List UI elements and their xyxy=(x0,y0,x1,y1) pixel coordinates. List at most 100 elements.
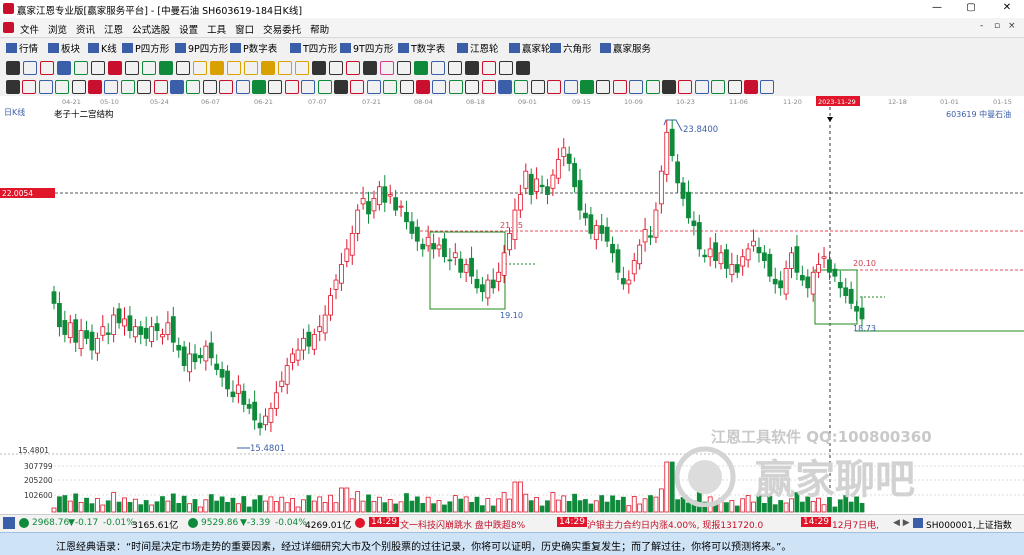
analysis-tool-icon-11[interactable] xyxy=(186,80,201,94)
menu-item-7[interactable]: 窗口 xyxy=(235,25,254,36)
analysis-tool-icon-14[interactable] xyxy=(235,80,250,94)
analysis-tool-icon-20[interactable] xyxy=(334,80,348,94)
analysis-tool-icon-22[interactable] xyxy=(366,80,381,94)
analysis-tool-icon-7[interactable] xyxy=(120,80,135,94)
analysis-tool-icon-40[interactable] xyxy=(662,80,676,94)
analysis-tool-icon-19[interactable] xyxy=(317,80,332,94)
restore-button[interactable]: ▢ xyxy=(960,2,982,16)
analysis-tool-icon-18[interactable] xyxy=(301,80,316,94)
menu-item-1[interactable]: 浏览 xyxy=(48,25,67,36)
draw-tool-icon-21[interactable] xyxy=(363,61,377,75)
index-code[interactable]: SH000001,上证指数 xyxy=(926,518,1012,531)
analysis-tool-icon-9[interactable] xyxy=(153,80,168,94)
draw-tool-icon-5[interactable] xyxy=(91,61,105,75)
draw-tool-icon-13[interactable] xyxy=(227,61,241,75)
draw-tool-icon-3[interactable] xyxy=(57,61,71,75)
analysis-tool-icon-31[interactable] xyxy=(514,80,529,94)
draw-tool-icon-4[interactable] xyxy=(74,61,88,75)
analysis-tool-icon-30[interactable] xyxy=(498,80,512,94)
toolbar-button-0[interactable]: 行情 xyxy=(6,41,38,55)
analysis-tool-icon-39[interactable] xyxy=(645,80,660,94)
draw-tool-icon-8[interactable] xyxy=(142,61,156,75)
mdi-minimize-button[interactable]: - xyxy=(980,21,983,31)
analysis-tool-icon-0[interactable] xyxy=(6,80,20,94)
analysis-tool-icon-38[interactable] xyxy=(629,80,644,94)
toolbar-button-5[interactable]: P数字表 xyxy=(230,41,277,55)
analysis-tool-icon-4[interactable] xyxy=(71,80,86,94)
toolbar-button-4[interactable]: 9P四方形 xyxy=(175,41,228,55)
analysis-tool-icon-33[interactable] xyxy=(547,80,562,94)
analysis-tool-icon-41[interactable] xyxy=(678,80,693,94)
analysis-tool-icon-3[interactable] xyxy=(55,80,70,94)
toolbar-button-1[interactable]: 板块 xyxy=(48,41,80,55)
analysis-tool-icon-6[interactable] xyxy=(104,80,119,94)
analysis-tool-icon-16[interactable] xyxy=(268,80,283,94)
analysis-tool-icon-45[interactable] xyxy=(744,80,758,94)
toolbar-button-9[interactable]: 江恩轮 xyxy=(457,41,499,55)
analysis-tool-icon-35[interactable] xyxy=(580,80,594,94)
toolbar-button-6[interactable]: T四方形 xyxy=(290,41,337,55)
draw-tool-icon-14[interactable] xyxy=(244,61,258,75)
analysis-tool-icon-23[interactable] xyxy=(383,80,398,94)
mdi-restore-button[interactable]: ▫ xyxy=(994,21,1000,31)
draw-tool-icon-26[interactable] xyxy=(448,61,462,75)
analysis-tool-icon-13[interactable] xyxy=(219,80,234,94)
draw-tool-icon-12[interactable] xyxy=(210,61,224,75)
analysis-tool-icon-42[interactable] xyxy=(694,80,709,94)
analysis-tool-icon-8[interactable] xyxy=(137,80,152,94)
draw-tool-icon-6[interactable] xyxy=(108,61,122,75)
menu-item-0[interactable]: 文件 xyxy=(20,25,39,36)
toolbar-button-2[interactable]: K线 xyxy=(88,41,117,55)
analysis-tool-icon-36[interactable] xyxy=(596,80,611,94)
menu-item-2[interactable]: 资讯 xyxy=(76,25,95,36)
analysis-tool-icon-32[interactable] xyxy=(530,80,545,94)
news2-text[interactable]: 沪银主力合约日内涨4.00%, 现报131720.0 xyxy=(587,518,763,531)
toolbar-button-10[interactable]: 赢家轮 xyxy=(509,41,551,55)
analysis-tool-icon-21[interactable] xyxy=(350,80,365,94)
draw-tool-icon-23[interactable] xyxy=(397,61,411,75)
analysis-tool-icon-12[interactable] xyxy=(202,80,217,94)
analysis-tool-icon-43[interactable] xyxy=(711,80,726,94)
draw-tool-icon-16[interactable] xyxy=(278,61,292,75)
analysis-tool-icon-27[interactable] xyxy=(448,80,463,94)
menu-item-4[interactable]: 公式选股 xyxy=(132,25,170,36)
menu-item-8[interactable]: 交易委托 xyxy=(263,25,301,36)
menu-item-9[interactable]: 帮助 xyxy=(310,25,329,36)
status-arrows[interactable]: ◀ ▶ xyxy=(893,518,910,528)
analysis-tool-icon-1[interactable] xyxy=(22,80,37,94)
mdi-close-button[interactable]: × xyxy=(1008,21,1016,31)
toolbar-button-8[interactable]: T数字表 xyxy=(398,41,445,55)
analysis-tool-icon-37[interactable] xyxy=(612,80,627,94)
analysis-tool-icon-28[interactable] xyxy=(465,80,480,94)
analysis-tool-icon-15[interactable] xyxy=(252,80,266,94)
analysis-tool-icon-26[interactable] xyxy=(432,80,447,94)
draw-tool-icon-7[interactable] xyxy=(125,61,139,75)
analysis-tool-icon-29[interactable] xyxy=(481,80,496,94)
menu-item-3[interactable]: 江恩 xyxy=(104,25,123,36)
toolbar-button-12[interactable]: 赢家服务 xyxy=(600,41,651,55)
analysis-tool-icon-5[interactable] xyxy=(88,80,102,94)
toolbar-button-3[interactable]: P四方形 xyxy=(122,41,169,55)
analysis-tool-icon-2[interactable] xyxy=(38,80,53,94)
news3-text[interactable]: 12月7日电, xyxy=(832,518,879,531)
draw-tool-icon-25[interactable] xyxy=(431,61,445,75)
draw-tool-icon-29[interactable] xyxy=(499,61,513,75)
analysis-tool-icon-25[interactable] xyxy=(416,80,430,94)
menu-item-5[interactable]: 设置 xyxy=(179,25,198,36)
toolbar-button-11[interactable]: 六角形 xyxy=(550,41,592,55)
draw-tool-icon-19[interactable] xyxy=(329,61,343,75)
draw-tool-icon-11[interactable] xyxy=(193,61,207,75)
analysis-tool-icon-46[interactable] xyxy=(760,80,775,94)
toolbar-button-7[interactable]: 9T四方形 xyxy=(340,41,393,55)
draw-tool-icon-10[interactable] xyxy=(176,61,190,75)
draw-tool-icon-9[interactable] xyxy=(159,61,173,75)
minimize-button[interactable]: — xyxy=(926,2,948,16)
draw-tool-icon-22[interactable] xyxy=(380,61,394,75)
draw-tool-icon-30[interactable] xyxy=(516,61,530,75)
analysis-tool-icon-44[interactable] xyxy=(727,80,742,94)
draw-tool-icon-0[interactable] xyxy=(6,61,20,75)
draw-tool-icon-20[interactable] xyxy=(346,61,360,75)
draw-tool-icon-15[interactable] xyxy=(261,61,275,75)
draw-tool-icon-1[interactable] xyxy=(23,61,37,75)
analysis-tool-icon-34[interactable] xyxy=(563,80,578,94)
